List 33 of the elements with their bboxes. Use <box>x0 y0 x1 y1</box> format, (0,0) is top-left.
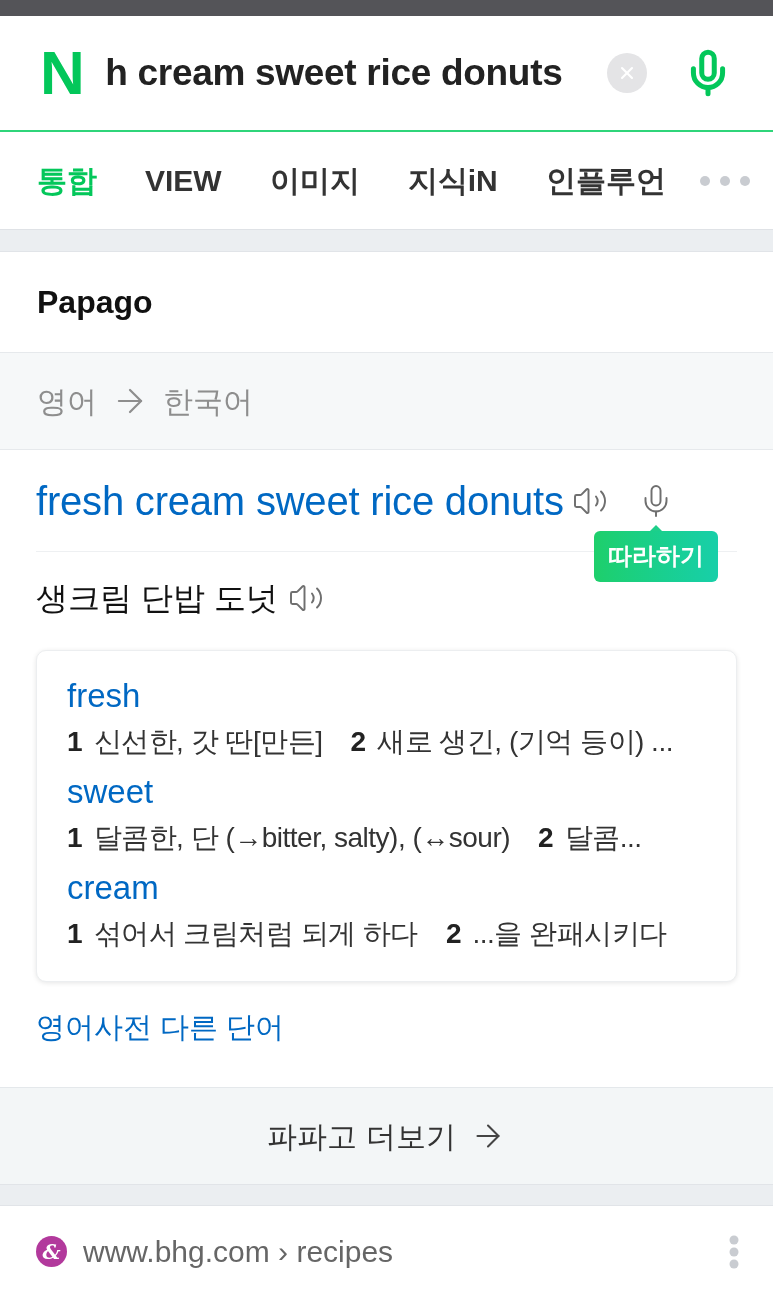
source-text: fresh cream sweet rice donuts <box>36 477 564 525</box>
search-field[interactable]: h cream sweet rice donuts <box>105 45 563 101</box>
sense-text: ...을 완패시키다 <box>472 917 667 951</box>
more-papago-button[interactable]: 파파고 더보기 <box>0 1087 773 1184</box>
section-title: Papago <box>37 283 153 322</box>
more-options-icon[interactable] <box>729 1234 739 1269</box>
dictionary-word[interactable]: fresh <box>67 673 141 719</box>
dictionary-word[interactable]: sweet <box>67 769 154 815</box>
translation-text: 생크림 단밥 도넛 <box>36 579 278 618</box>
target-language[interactable]: 한국어 <box>163 378 253 424</box>
more-tabs-icon[interactable] <box>700 175 750 186</box>
sense-number: 1 <box>67 725 83 759</box>
search-tab[interactable]: 지식iN <box>407 158 498 203</box>
sense-text: 새로 생긴, (기억 등이) ... <box>377 725 673 759</box>
source-language[interactable]: 영어 <box>37 378 97 424</box>
sense-number: 2 <box>445 917 462 951</box>
sense-text: 달콤... <box>564 821 642 855</box>
sense-number: 1 <box>67 821 83 855</box>
search-tab[interactable]: 인플루언 <box>545 158 666 203</box>
follow-tooltip: 따라하기 <box>593 524 718 582</box>
search-tab[interactable]: VIEW <box>145 158 222 203</box>
sense-number: 1 <box>67 917 83 951</box>
other-words-link[interactable]: 영어사전 다른 단어 <box>36 1007 285 1047</box>
clear-button[interactable] <box>607 53 647 93</box>
site-favicon: & <box>36 1236 67 1267</box>
search-tab[interactable]: 이미지 <box>269 158 360 203</box>
sense-number: 2 <box>538 821 554 855</box>
sense-text: 신선한, 갓 딴[만든] <box>93 725 323 759</box>
sense-text: 달콤한, 단 (→bitter, salty), (↔sour) <box>93 821 511 855</box>
sense-number: 2 <box>350 725 367 759</box>
sense-text: 섞어서 크림처럼 되게 하다 <box>93 917 418 951</box>
dictionary-word[interactable]: cream <box>67 865 159 911</box>
site-url[interactable]: www.bhg.com › recipes <box>83 1229 394 1274</box>
